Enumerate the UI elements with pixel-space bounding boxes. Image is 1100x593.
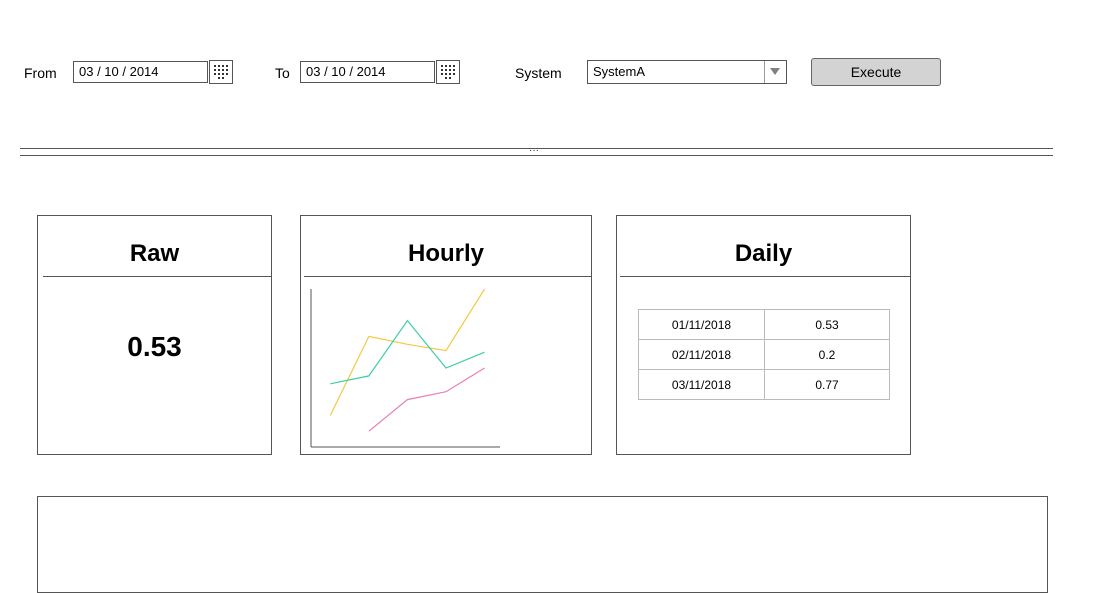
daily-table: 01/11/2018 0.53 02/11/2018 0.2 03/11/201… <box>638 309 890 400</box>
to-calendar-button[interactable] <box>436 60 460 84</box>
system-select[interactable]: SystemA <box>587 60 787 84</box>
hourly-panel: Hourly <box>300 215 592 455</box>
series-line-2 <box>330 319 485 385</box>
series-line-1 <box>329 288 486 416</box>
series-line-3 <box>368 367 485 432</box>
raw-panel-divider <box>43 276 271 277</box>
from-date-input[interactable]: 03 / 10 / 2014 <box>73 61 208 83</box>
system-label: System <box>515 65 562 81</box>
to-date-input[interactable]: 03 / 10 / 2014 <box>300 61 435 83</box>
raw-panel: Raw 0.53 <box>37 215 272 455</box>
hourly-panel-divider <box>304 276 591 277</box>
table-row: 01/11/2018 0.53 <box>638 309 890 340</box>
daily-value-cell: 0.77 <box>764 369 890 400</box>
daily-panel: Daily 01/11/2018 0.53 02/11/2018 0.2 03/… <box>616 215 911 455</box>
daily-date-cell: 02/11/2018 <box>638 339 765 370</box>
system-select-toggle[interactable] <box>764 61 786 83</box>
daily-date-cell: 03/11/2018 <box>638 369 765 400</box>
from-calendar-button[interactable] <box>209 60 233 84</box>
table-row: 03/11/2018 0.77 <box>638 369 890 400</box>
daily-value-cell: 0.53 <box>764 309 890 340</box>
to-label: To <box>275 65 290 81</box>
daily-date-cell: 01/11/2018 <box>638 309 765 340</box>
daily-value-cell: 0.2 <box>764 339 890 370</box>
execute-button[interactable]: Execute <box>811 58 941 86</box>
calendar-icon <box>441 65 455 79</box>
daily-panel-divider <box>620 276 910 277</box>
chevron-down-icon <box>770 68 780 75</box>
calendar-icon <box>214 65 228 79</box>
hourly-line-chart <box>310 288 500 448</box>
splitter-grip[interactable]: ··· <box>529 146 539 156</box>
daily-panel-title: Daily <box>734 240 793 267</box>
hourly-panel-title: Hourly <box>407 240 484 267</box>
from-label: From <box>24 65 57 81</box>
raw-panel-title: Raw <box>129 240 180 267</box>
output-panel <box>37 496 1048 593</box>
table-row: 02/11/2018 0.2 <box>638 339 890 370</box>
raw-value: 0.53 <box>127 331 182 362</box>
system-select-value: SystemA <box>593 64 646 79</box>
